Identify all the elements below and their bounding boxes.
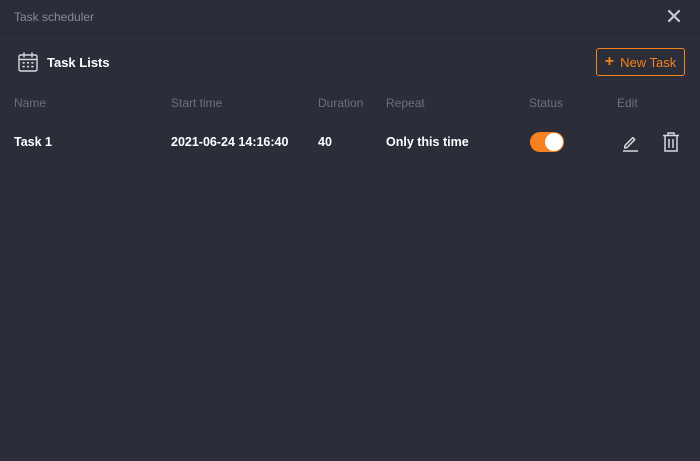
column-header-start-time: Start time	[171, 96, 223, 110]
calendar-icon	[18, 52, 38, 72]
table-row: Task 1 2021-06-24 14:16:40 40 Only this …	[0, 128, 700, 158]
task-duration: 40	[318, 135, 332, 149]
toggle-knob	[545, 133, 563, 151]
task-scheduler-window: Task scheduler Task Lists + New Task Nam…	[0, 0, 700, 461]
title-bar: Task scheduler	[0, 0, 700, 34]
plus-icon: +	[604, 53, 615, 70]
column-header-duration: Duration	[318, 96, 364, 110]
task-start-time: 2021-06-24 14:16:40	[171, 135, 289, 149]
column-header-name: Name	[14, 96, 47, 110]
pencil-icon[interactable]	[620, 132, 640, 152]
close-button[interactable]	[664, 6, 684, 26]
window-title: Task scheduler	[14, 10, 95, 24]
column-header-status: Status	[529, 96, 564, 110]
close-icon	[667, 9, 681, 23]
table-header: Name Start time Duration Repeat Status E…	[0, 94, 700, 112]
trash-icon[interactable]	[661, 131, 681, 153]
section-title: Task Lists	[47, 55, 110, 70]
toolbar: Task Lists + New Task	[0, 46, 700, 80]
status-toggle[interactable]	[530, 132, 564, 152]
new-task-button[interactable]: + New Task	[596, 48, 685, 76]
column-header-edit: Edit	[617, 96, 638, 110]
task-repeat: Only this time	[386, 135, 469, 149]
task-name: Task 1	[14, 135, 52, 149]
new-task-label: New Task	[620, 54, 677, 70]
column-header-repeat: Repeat	[386, 96, 425, 110]
